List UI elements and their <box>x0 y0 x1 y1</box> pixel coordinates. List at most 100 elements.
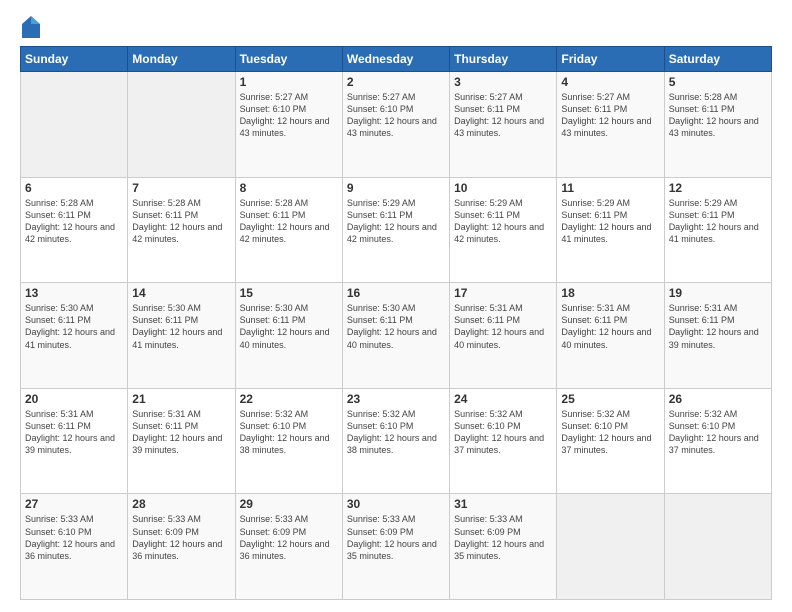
calendar-cell: 11 Sunrise: 5:29 AM Sunset: 6:11 PM Dayli… <box>557 177 664 283</box>
day-number: 25 <box>561 392 659 406</box>
day-number: 30 <box>347 497 445 511</box>
day-number: 2 <box>347 75 445 89</box>
day-info: Sunrise: 5:33 AM Sunset: 6:09 PM Dayligh… <box>454 513 552 562</box>
calendar-cell: 24 Sunrise: 5:32 AM Sunset: 6:10 PM Dayli… <box>450 388 557 494</box>
day-info: Sunrise: 5:32 AM Sunset: 6:10 PM Dayligh… <box>669 408 767 457</box>
calendar-cell: 7 Sunrise: 5:28 AM Sunset: 6:11 PM Daylig… <box>128 177 235 283</box>
calendar-cell: 22 Sunrise: 5:32 AM Sunset: 6:10 PM Dayli… <box>235 388 342 494</box>
day-number: 20 <box>25 392 123 406</box>
weekday-header-sunday: Sunday <box>21 47 128 72</box>
calendar-cell: 27Sunrise: 5:33 AM Sunset: 6:10 PM Dayli… <box>21 494 128 600</box>
weekday-header-wednesday: Wednesday <box>342 47 449 72</box>
calendar-cell: 5 Sunrise: 5:28 AM Sunset: 6:11 PM Daylig… <box>664 72 771 178</box>
day-number: 12 <box>669 181 767 195</box>
day-info: Sunrise: 5:33 AM Sunset: 6:09 PM Dayligh… <box>132 513 230 562</box>
page: SundayMondayTuesdayWednesdayThursdayFrid… <box>0 0 792 612</box>
day-number: 24 <box>454 392 552 406</box>
weekday-header-tuesday: Tuesday <box>235 47 342 72</box>
calendar-cell: 18 Sunrise: 5:31 AM Sunset: 6:11 PM Dayli… <box>557 283 664 389</box>
calendar-cell: 6 Sunrise: 5:28 AM Sunset: 6:11 PM Daylig… <box>21 177 128 283</box>
day-info: Sunrise: 5:30 AM Sunset: 6:11 PM Dayligh… <box>347 302 445 351</box>
day-info: Sunrise: 5:29 AM Sunset: 6:11 PM Dayligh… <box>454 197 552 246</box>
calendar-body: 1 Sunrise: 5:27 AM Sunset: 6:10 PM Daylig… <box>21 72 772 600</box>
calendar-cell: 14 Sunrise: 5:30 AM Sunset: 6:11 PM Dayli… <box>128 283 235 389</box>
day-number: 15 <box>240 286 338 300</box>
day-number: 11 <box>561 181 659 195</box>
day-number: 1 <box>240 75 338 89</box>
day-info: Sunrise: 5:30 AM Sunset: 6:11 PM Dayligh… <box>25 302 123 351</box>
day-number: 21 <box>132 392 230 406</box>
calendar-cell: 31Sunrise: 5:33 AM Sunset: 6:09 PM Dayli… <box>450 494 557 600</box>
header <box>20 16 772 38</box>
calendar-cell: 12 Sunrise: 5:29 AM Sunset: 6:11 PM Dayli… <box>664 177 771 283</box>
day-number: 16 <box>347 286 445 300</box>
day-info: Sunrise: 5:31 AM Sunset: 6:11 PM Dayligh… <box>25 408 123 457</box>
calendar-cell: 13 Sunrise: 5:30 AM Sunset: 6:11 PM Dayli… <box>21 283 128 389</box>
calendar-cell: 25 Sunrise: 5:32 AM Sunset: 6:10 PM Dayli… <box>557 388 664 494</box>
day-info: Sunrise: 5:32 AM Sunset: 6:10 PM Dayligh… <box>454 408 552 457</box>
calendar-cell: 23 Sunrise: 5:32 AM Sunset: 6:10 PM Dayli… <box>342 388 449 494</box>
calendar-table: SundayMondayTuesdayWednesdayThursdayFrid… <box>20 46 772 600</box>
calendar-cell: 16 Sunrise: 5:30 AM Sunset: 6:11 PM Dayli… <box>342 283 449 389</box>
day-number: 22 <box>240 392 338 406</box>
day-number: 29 <box>240 497 338 511</box>
weekday-header-thursday: Thursday <box>450 47 557 72</box>
day-info: Sunrise: 5:32 AM Sunset: 6:10 PM Dayligh… <box>347 408 445 457</box>
day-info: Sunrise: 5:32 AM Sunset: 6:10 PM Dayligh… <box>240 408 338 457</box>
day-number: 6 <box>25 181 123 195</box>
day-info: Sunrise: 5:27 AM Sunset: 6:10 PM Dayligh… <box>240 91 338 140</box>
calendar-week-row: 20 Sunrise: 5:31 AM Sunset: 6:11 PM Dayli… <box>21 388 772 494</box>
day-number: 14 <box>132 286 230 300</box>
calendar-cell <box>21 72 128 178</box>
calendar-cell: 1 Sunrise: 5:27 AM Sunset: 6:10 PM Daylig… <box>235 72 342 178</box>
calendar-cell: 2 Sunrise: 5:27 AM Sunset: 6:10 PM Daylig… <box>342 72 449 178</box>
day-number: 3 <box>454 75 552 89</box>
calendar-week-row: 1 Sunrise: 5:27 AM Sunset: 6:10 PM Daylig… <box>21 72 772 178</box>
calendar-cell: 15 Sunrise: 5:30 AM Sunset: 6:11 PM Dayli… <box>235 283 342 389</box>
day-info: Sunrise: 5:27 AM Sunset: 6:11 PM Dayligh… <box>561 91 659 140</box>
calendar-cell: 30 Sunrise: 5:33 AM Sunset: 6:09 PM Dayli… <box>342 494 449 600</box>
day-info: Sunrise: 5:33 AM Sunset: 6:10 PM Dayligh… <box>25 513 123 562</box>
day-number: 8 <box>240 181 338 195</box>
day-info: Sunrise: 5:27 AM Sunset: 6:10 PM Dayligh… <box>347 91 445 140</box>
day-info: Sunrise: 5:28 AM Sunset: 6:11 PM Dayligh… <box>25 197 123 246</box>
calendar-cell <box>557 494 664 600</box>
day-number: 23 <box>347 392 445 406</box>
day-info: Sunrise: 5:32 AM Sunset: 6:10 PM Dayligh… <box>561 408 659 457</box>
calendar-cell: 8Sunrise: 5:28 AM Sunset: 6:11 PM Daylig… <box>235 177 342 283</box>
day-info: Sunrise: 5:30 AM Sunset: 6:11 PM Dayligh… <box>240 302 338 351</box>
day-info: Sunrise: 5:27 AM Sunset: 6:11 PM Dayligh… <box>454 91 552 140</box>
day-number: 17 <box>454 286 552 300</box>
day-info: Sunrise: 5:31 AM Sunset: 6:11 PM Dayligh… <box>132 408 230 457</box>
day-number: 10 <box>454 181 552 195</box>
calendar-cell: 19Sunrise: 5:31 AM Sunset: 6:11 PM Dayli… <box>664 283 771 389</box>
calendar-cell: 26 Sunrise: 5:32 AM Sunset: 6:10 PM Dayli… <box>664 388 771 494</box>
day-number: 19 <box>669 286 767 300</box>
day-info: Sunrise: 5:28 AM Sunset: 6:11 PM Dayligh… <box>669 91 767 140</box>
day-number: 28 <box>132 497 230 511</box>
day-info: Sunrise: 5:30 AM Sunset: 6:11 PM Dayligh… <box>132 302 230 351</box>
day-info: Sunrise: 5:28 AM Sunset: 6:11 PM Dayligh… <box>132 197 230 246</box>
calendar-cell <box>128 72 235 178</box>
calendar-week-row: 27Sunrise: 5:33 AM Sunset: 6:10 PM Dayli… <box>21 494 772 600</box>
calendar-cell: 4Sunrise: 5:27 AM Sunset: 6:11 PM Daylig… <box>557 72 664 178</box>
weekday-header-row: SundayMondayTuesdayWednesdayThursdayFrid… <box>21 47 772 72</box>
day-info: Sunrise: 5:33 AM Sunset: 6:09 PM Dayligh… <box>347 513 445 562</box>
day-info: Sunrise: 5:29 AM Sunset: 6:11 PM Dayligh… <box>669 197 767 246</box>
weekday-header-saturday: Saturday <box>664 47 771 72</box>
calendar-cell: 21 Sunrise: 5:31 AM Sunset: 6:11 PM Dayli… <box>128 388 235 494</box>
calendar-cell: 28 Sunrise: 5:33 AM Sunset: 6:09 PM Dayli… <box>128 494 235 600</box>
day-info: Sunrise: 5:31 AM Sunset: 6:11 PM Dayligh… <box>454 302 552 351</box>
day-number: 5 <box>669 75 767 89</box>
weekday-header-monday: Monday <box>128 47 235 72</box>
logo <box>20 16 44 38</box>
day-number: 7 <box>132 181 230 195</box>
day-info: Sunrise: 5:31 AM Sunset: 6:11 PM Dayligh… <box>561 302 659 351</box>
day-number: 26 <box>669 392 767 406</box>
day-number: 13 <box>25 286 123 300</box>
day-info: Sunrise: 5:29 AM Sunset: 6:11 PM Dayligh… <box>561 197 659 246</box>
calendar-cell: 3 Sunrise: 5:27 AM Sunset: 6:11 PM Daylig… <box>450 72 557 178</box>
logo-icon <box>22 16 40 38</box>
day-number: 18 <box>561 286 659 300</box>
day-info: Sunrise: 5:29 AM Sunset: 6:11 PM Dayligh… <box>347 197 445 246</box>
